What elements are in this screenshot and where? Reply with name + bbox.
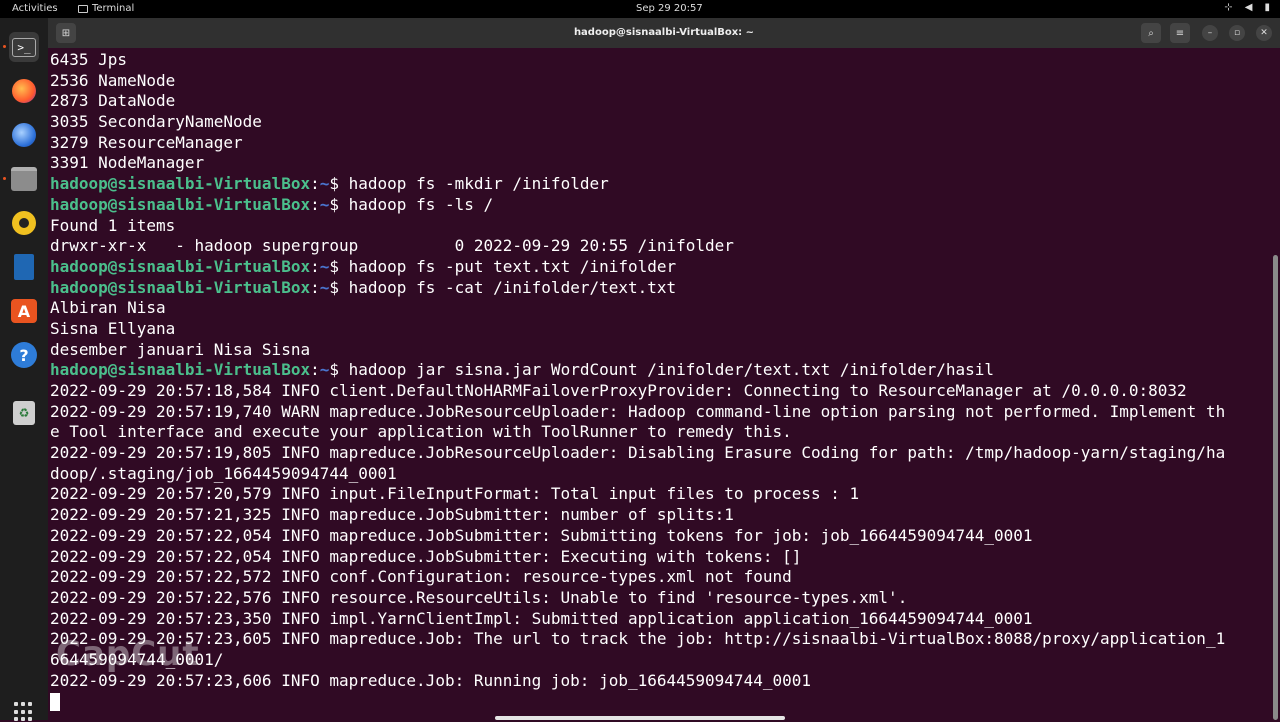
terminal-output-line: 664459094744_0001/ [50,649,224,669]
capcut-watermark: CapCut [56,634,200,674]
terminal-prompt-line: hadoop@sisnaalbi-VirtualBox:~$ hadoop fs… [50,257,1225,278]
window-title: hadoop@sisnaalbi-VirtualBox: ~ [573,27,755,38]
terminal-prompt-line: hadoop@sisnaalbi-VirtualBox:~$ hadoop fs… [50,174,1225,195]
terminal-prompt-line: hadoop@sisnaalbi-VirtualBox:~$ hadoop fs… [50,195,1225,216]
terminal-output-line: 3035 SecondaryNameNode [50,112,262,132]
terminal-output-line: 2022-09-29 20:57:22,054 INFO mapreduce.J… [50,546,802,566]
terminal-output-line: 2022-09-29 20:57:22,572 INFO conf.Config… [50,567,792,587]
rhythmbox-icon[interactable] [9,208,39,238]
terminal-output-line: 3391 NodeManager [50,153,205,173]
terminal-icon [78,4,88,13]
terminal-output-line: 2536 NameNode [50,70,176,90]
terminal-cursor [50,692,60,711]
prompt-path: ~ [319,360,330,380]
dock-terminal-icon[interactable]: >_ [9,32,39,62]
app-menu[interactable]: Terminal [78,3,134,14]
scrollbar[interactable] [1273,255,1278,720]
terminal-output-line: 3279 ResourceManager [50,132,243,152]
prompt-command: $ hadoop fs -mkdir /inifolder [329,174,609,194]
terminal-output-line: Albiran Nisa [50,298,166,318]
thunderbird-icon[interactable] [9,120,39,150]
top-bar: Activities Terminal Sep 29 20:57 ⊹ ◀ ▮ [0,0,1280,18]
maximize-icon[interactable]: ▫ [1229,25,1245,41]
help-icon[interactable]: ? [9,340,39,370]
prompt-command: $ hadoop fs -put text.txt /inifolder [329,256,677,276]
files-icon[interactable] [9,164,39,194]
terminal-output-line: 2873 DataNode [50,91,176,111]
prompt-separator: : [310,174,320,194]
terminal-cursor-line [50,691,1225,712]
writer-icon[interactable] [9,252,39,282]
terminal-output-line: desember januari Nisa Sisna [50,339,311,359]
clock[interactable]: Sep 29 20:57 [636,3,703,14]
prompt-user: hadoop@sisnaalbi-VirtualBox [50,277,311,297]
app-menu-label: Terminal [92,3,135,14]
minimize-icon[interactable]: – [1202,25,1218,41]
app-center-icon[interactable]: A [9,296,39,326]
hamburger-menu-icon[interactable]: ≡ [1170,23,1190,43]
terminal-output-line: 2022-09-29 20:57:18,584 INFO client.Defa… [50,381,1187,400]
prompt-separator: : [310,256,320,276]
activities-button[interactable]: Activities [12,3,58,14]
prompt-command: $ hadoop fs -ls / [329,194,494,214]
system-menu[interactable]: ⊹ ◀ ▮ [1224,2,1270,13]
prompt-user: hadoop@sisnaalbi-VirtualBox [50,194,311,214]
prompt-separator: : [310,277,320,297]
terminal-output-line: Found 1 items [50,215,176,235]
terminal-output: 6435 Jps 2536 NameNode 2873 DataNode 3035 S… [50,50,1225,712]
trash-icon[interactable]: ♻ [9,398,39,428]
terminal-output-line: 6435 Jps [50,50,128,69]
window-header: ⊞ hadoop@sisnaalbi-VirtualBox: ~ ⌕ ≡ – ▫… [48,18,1280,48]
prompt-command: $ hadoop jar sisna.jar WordCount /inifol… [329,360,995,380]
show-apps-icon[interactable] [14,702,34,722]
bottom-bar [495,716,785,720]
prompt-path: ~ [319,277,330,297]
terminal-output-line: 2022-09-29 20:57:23,606 INFO mapreduce.J… [50,670,811,690]
prompt-user: hadoop@sisnaalbi-VirtualBox [50,174,311,194]
dock: >_ A ? ♻ [0,18,48,722]
terminal-output-line: 2022-09-29 20:57:23,605 INFO mapreduce.J… [50,629,1226,649]
terminal-output-line: 2022-09-29 20:57:19,740 WARN mapreduce.J… [50,401,1226,421]
prompt-path: ~ [319,174,330,194]
running-indicator [3,177,6,180]
volume-icon: ◀ [1244,2,1253,13]
terminal-output-line: 2022-09-29 20:57:19,805 INFO mapreduce.J… [50,443,1226,463]
terminal-output-line: doop/.staging/job_1664459094744_0001 [50,463,397,483]
network-icon: ⊹ [1224,2,1233,13]
terminal-output-line: 2022-09-29 20:57:21,325 INFO mapreduce.J… [50,505,734,525]
prompt-separator: : [310,360,320,380]
terminal-area[interactable]: 6435 Jps 2536 NameNode 2873 DataNode 3035 S… [48,48,1272,720]
terminal-output-line: 2022-09-29 20:57:22,054 INFO mapreduce.J… [50,525,1033,545]
prompt-path: ~ [319,256,330,276]
terminal-output-line: drwxr-xr-x - hadoop supergroup 0 2022-09… [50,236,734,256]
terminal-output-line: Sisna Ellyana [50,318,176,338]
firefox-icon[interactable] [9,76,39,106]
prompt-path: ~ [319,194,330,214]
battery-icon: ▮ [1264,2,1270,13]
prompt-command: $ hadoop fs -cat /inifolder/text.txt [329,277,677,297]
terminal-output-line: 2022-09-29 20:57:23,350 INFO impl.YarnCl… [50,608,1033,628]
terminal-prompt-line: hadoop@sisnaalbi-VirtualBox:~$ hadoop fs… [50,278,1225,299]
close-icon[interactable]: ✕ [1256,25,1272,41]
terminal-prompt-line: hadoop@sisnaalbi-VirtualBox:~$ hadoop ja… [50,360,1225,381]
prompt-user: hadoop@sisnaalbi-VirtualBox [50,360,311,380]
search-icon[interactable]: ⌕ [1141,23,1161,43]
running-indicator [3,45,6,48]
prompt-separator: : [310,194,320,214]
terminal-output-line: 2022-09-29 20:57:22,576 INFO resource.Re… [50,587,908,607]
prompt-user: hadoop@sisnaalbi-VirtualBox [50,256,311,276]
terminal-output-line: 2022-09-29 20:57:20,579 INFO input.FileI… [50,484,860,504]
terminal-output-line: e Tool interface and execute your applic… [50,422,792,442]
